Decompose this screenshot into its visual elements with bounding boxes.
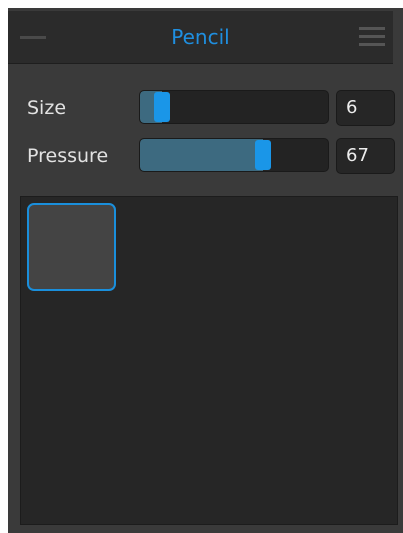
pressure-value-field[interactable]: 67 bbox=[336, 138, 395, 174]
hamburger-menu-icon-bar bbox=[359, 35, 385, 38]
size-slider-thumb[interactable] bbox=[154, 92, 170, 122]
hamburger-menu-icon-bar bbox=[359, 43, 385, 46]
size-row: Size 6 bbox=[8, 89, 395, 127]
size-label: Size bbox=[27, 97, 67, 119]
size-slider[interactable] bbox=[139, 90, 329, 124]
panel-menu-button[interactable] bbox=[357, 25, 387, 51]
brush-preset-swatch[interactable] bbox=[27, 203, 116, 291]
pressure-label: Pressure bbox=[27, 145, 109, 167]
panel-header: Pencil bbox=[8, 11, 393, 64]
pressure-slider-fill bbox=[140, 139, 263, 171]
hamburger-menu-icon bbox=[359, 27, 385, 30]
size-value-field[interactable]: 6 bbox=[336, 90, 395, 126]
pressure-slider[interactable] bbox=[139, 138, 329, 172]
brush-presets-area bbox=[20, 196, 398, 525]
panel-title: Pencil bbox=[171, 25, 230, 49]
pressure-row: Pressure 67 bbox=[8, 137, 395, 175]
pressure-slider-thumb[interactable] bbox=[255, 140, 271, 170]
